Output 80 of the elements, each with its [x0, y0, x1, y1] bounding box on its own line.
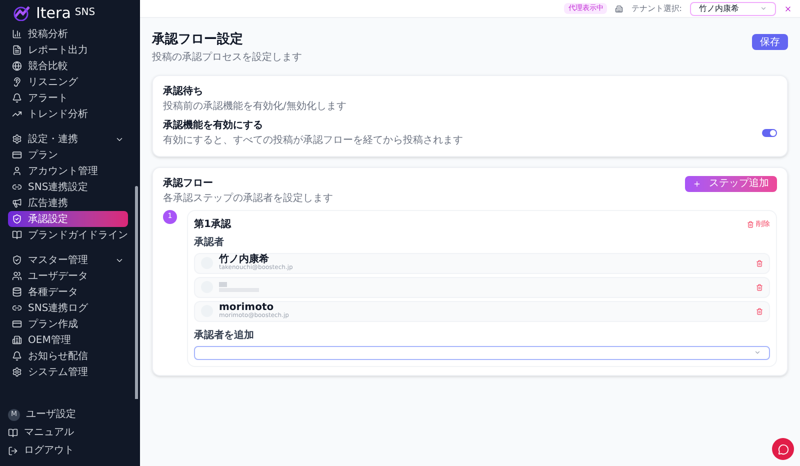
trash-icon: [747, 220, 754, 228]
sidebar-item[interactable]: レポート出力: [8, 42, 128, 58]
close-icon[interactable]: [784, 4, 792, 12]
sidebar-item[interactable]: プラン作成: [8, 316, 128, 332]
sidebar-item[interactable]: システム管理: [8, 364, 128, 380]
card-description: 各承認ステップの承認者を設定します: [163, 192, 333, 206]
sidebar-item[interactable]: お知らせ配信: [8, 348, 128, 364]
shield-check-icon: [12, 214, 22, 224]
card-icon: [12, 319, 22, 329]
page-subtitle: 投稿の承認プロセスを設定します: [152, 50, 302, 64]
megaphone-icon: [12, 198, 22, 208]
ear-icon: [12, 77, 22, 87]
bell-icon: [12, 351, 22, 361]
trash-icon[interactable]: [756, 260, 763, 266]
plus-icon: [693, 180, 701, 188]
sidebar-item[interactable]: SNS連携設定: [8, 179, 128, 195]
link-icon: [12, 182, 22, 192]
card-icon: [12, 150, 22, 160]
logo-suffix: SNS: [74, 8, 96, 18]
building-icon: [615, 4, 624, 12]
logo-icon: [12, 5, 32, 21]
sidebar-footer-item[interactable]: マニュアル: [8, 425, 132, 440]
add-step-button[interactable]: ステップ追加: [685, 176, 777, 192]
chat-icon: [778, 444, 788, 454]
approvers-label: 承認者: [194, 236, 225, 250]
approver-name: morimoto: [219, 303, 274, 313]
add-approver-label: 承認者を追加: [194, 328, 255, 342]
redacted-name: [219, 282, 227, 287]
save-button[interactable]: 保存: [752, 34, 788, 50]
sidebar-item[interactable]: 広告連携: [8, 195, 128, 211]
bell-icon: [12, 93, 22, 103]
chevron-icon: [754, 349, 761, 356]
chevron-icon: [760, 5, 767, 12]
logout-icon: [8, 446, 18, 456]
toggle-label: 承認機能を有効にする: [163, 118, 264, 132]
link-icon: [12, 303, 22, 313]
trend-line-icon: [12, 109, 22, 119]
sidebar-item[interactable]: プラン: [8, 147, 128, 163]
tenant-select[interactable]: 竹ノ内康希: [690, 2, 776, 16]
card-description: 投稿前の承認機能を有効化/無効化します: [163, 100, 348, 114]
sidebar-item[interactable]: 各種データ: [8, 284, 128, 300]
users-icon: [12, 271, 22, 281]
toggle-hint: 有効にすると、すべての投稿が承認フローを経てから投稿されます: [163, 134, 463, 148]
user-icon: [12, 166, 22, 176]
card-title: 承認待ち: [163, 84, 204, 98]
page-title: 承認フロー設定: [152, 30, 244, 49]
building-icon: [12, 335, 22, 345]
sidebar-item[interactable]: 承認設定: [8, 211, 128, 227]
gear-icon: [12, 367, 22, 377]
add-approver-select[interactable]: [194, 346, 770, 360]
sidebar-item[interactable]: 競合比較: [8, 58, 128, 74]
sidebar-item[interactable]: トレンド分析: [8, 106, 128, 122]
toggle-switch[interactable]: [762, 128, 777, 136]
book-icon: [8, 428, 18, 438]
sidebar-section-header[interactable]: 設定・連携: [8, 131, 128, 147]
approver-name: 竹ノ内康希: [219, 255, 269, 265]
trash-icon[interactable]: [756, 308, 763, 314]
database-icon: [12, 287, 22, 297]
chat-button[interactable]: [772, 438, 794, 460]
tenant-label: テナント選択:: [631, 2, 682, 14]
document-icon: [12, 45, 22, 55]
sidebar-footer-item[interactable]: ログアウト: [8, 443, 132, 458]
sidebar-item[interactable]: アカウント管理: [8, 163, 128, 179]
sidebar-item[interactable]: ブランドガイドライン: [8, 227, 128, 243]
step-title: 第1承認: [194, 218, 231, 232]
book-icon: [12, 230, 22, 240]
sidebar-item[interactable]: ユーザデータ: [8, 268, 128, 284]
sidebar-item[interactable]: SNS連携ログ: [8, 300, 128, 316]
trash-icon[interactable]: [756, 284, 763, 290]
logo-text: Itera: [36, 6, 71, 20]
sidebar-item[interactable]: 投稿分析: [8, 26, 128, 42]
gear-icon: [12, 134, 22, 144]
shield-check-icon: [12, 255, 22, 265]
bar-chart-icon: [12, 29, 22, 39]
card-title: 承認フロー: [163, 176, 214, 190]
sidebar-item[interactable]: アラート: [8, 90, 128, 106]
globe-icon: [12, 61, 22, 71]
sidebar-section-header[interactable]: マスター管理: [8, 252, 128, 268]
sidebar-item[interactable]: リスニング: [8, 74, 128, 90]
sidebar-item[interactable]: OEM管理: [8, 332, 128, 348]
